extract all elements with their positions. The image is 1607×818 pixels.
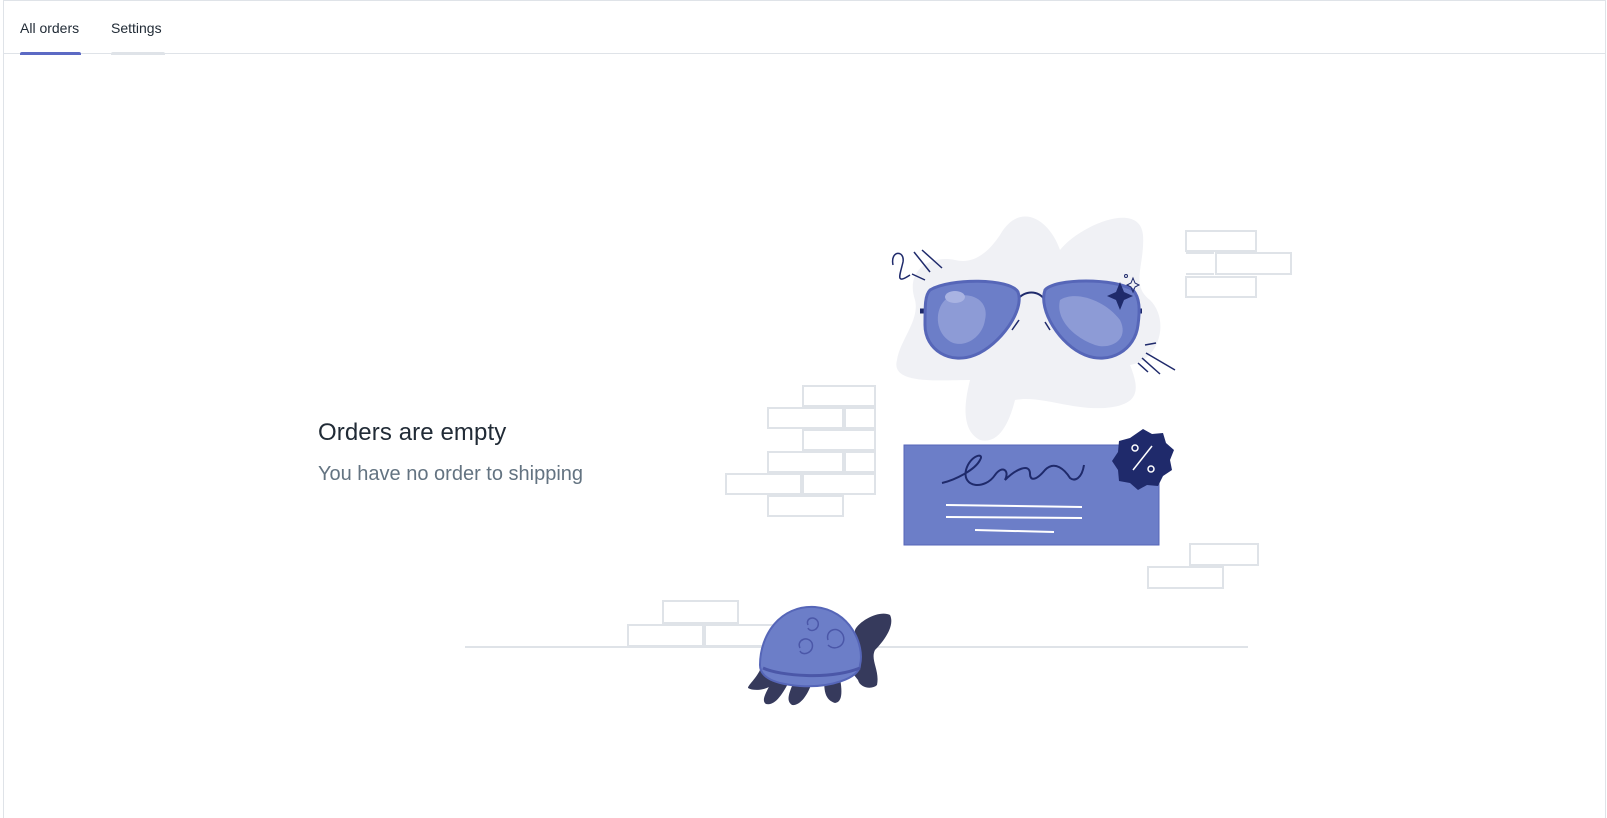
turtle-icon	[748, 605, 892, 706]
tab-settings[interactable]: Settings	[111, 1, 165, 55]
tab-active-indicator	[20, 52, 81, 55]
discount-badge-icon	[1112, 429, 1174, 490]
tab-settings-label: Settings	[111, 20, 162, 36]
brick-wall-top-right	[1185, 230, 1292, 298]
brick-floor	[627, 600, 776, 647]
empty-orders-illustration	[465, 216, 1292, 706]
brick-wall-icon	[725, 385, 876, 517]
tab-bar: All orders Settings	[4, 1, 1605, 55]
tab-all-orders-label: All orders	[20, 20, 80, 36]
tab-inactive-indicator	[111, 52, 165, 55]
tab-all-orders[interactable]: All orders	[20, 1, 81, 55]
brick-wall-bottom-right	[1147, 543, 1259, 589]
